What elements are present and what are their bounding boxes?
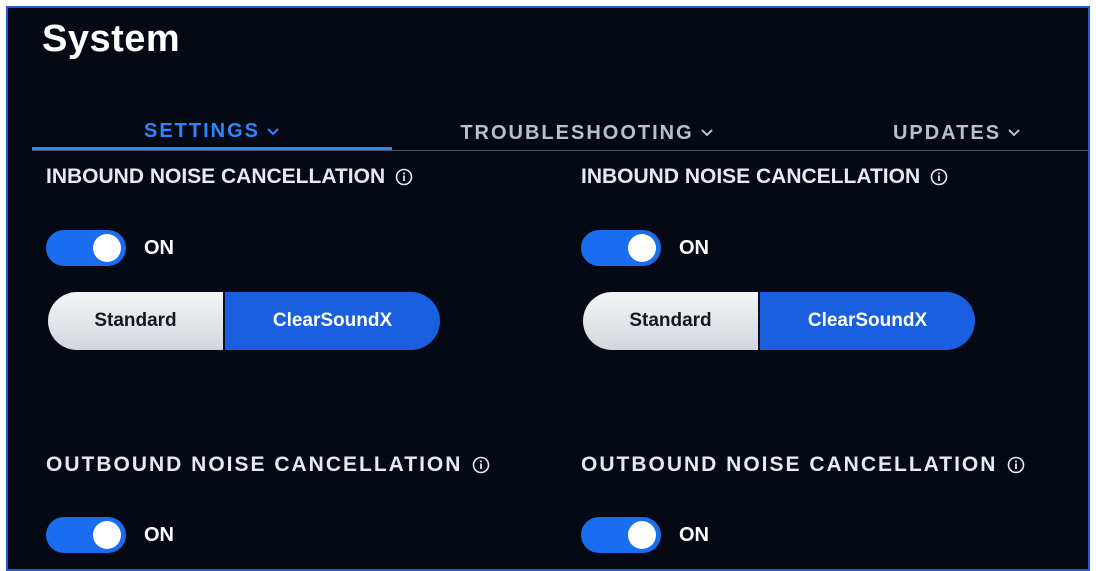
toggle-knob [628,234,656,262]
clearsoundx-option-button[interactable]: ClearSoundX [758,292,975,350]
tab-troubleshooting[interactable]: TROUBLESHOOTING [432,116,742,150]
system-panel: System SETTINGS TROUBLESHOOTING UPDATES … [6,6,1090,571]
info-icon[interactable] [930,168,948,186]
inbound-noise-cancellation-toggle[interactable] [581,230,661,266]
outbound-noise-cancellation-text: OUTBOUND NOISE CANCELLATION [581,453,998,476]
chevron-down-icon [1008,129,1020,137]
info-icon[interactable] [395,168,413,186]
outbound-noise-cancellation-label: OUTBOUND NOISE CANCELLATION [46,453,490,477]
inbound-noise-cancellation-label: INBOUND NOISE CANCELLATION [46,165,413,189]
inbound-mode-selector: Standard ClearSoundX [48,292,440,350]
inbound-toggle-state: ON [679,237,709,259]
inbound-noise-cancellation-toggle[interactable] [46,230,126,266]
inbound-noise-cancellation-label: INBOUND NOISE CANCELLATION [581,165,948,189]
outbound-toggle-state: ON [144,524,174,546]
chevron-down-icon [267,127,279,135]
inbound-noise-cancellation-text: INBOUND NOISE CANCELLATION [581,165,921,188]
tab-troubleshooting-label: TROUBLESHOOTING [460,121,694,144]
inbound-mode-selector: Standard ClearSoundX [583,292,975,350]
tab-bar: SETTINGS TROUBLESHOOTING UPDATES [32,108,1088,151]
standard-option-button[interactable]: Standard [583,292,758,350]
outbound-noise-cancellation-label: OUTBOUND NOISE CANCELLATION [581,453,1025,477]
outbound-noise-cancellation-text: OUTBOUND NOISE CANCELLATION [46,453,463,476]
toggle-knob [93,234,121,262]
outbound-noise-cancellation-toggle[interactable] [581,517,661,553]
tab-updates-label: UPDATES [892,121,1002,144]
info-icon[interactable] [472,456,490,474]
toggle-knob [93,521,121,549]
clearsoundx-option-button[interactable]: ClearSoundX [223,292,440,350]
tab-settings[interactable]: SETTINGS [32,116,392,150]
standard-option-button[interactable]: Standard [48,292,223,350]
info-icon[interactable] [1007,456,1025,474]
inbound-toggle-state: ON [144,237,174,259]
tab-updates[interactable]: UPDATES [872,116,1042,150]
inbound-noise-cancellation-text: INBOUND NOISE CANCELLATION [46,165,386,188]
tab-settings-label: SETTINGS [143,120,260,142]
toggle-knob [628,521,656,549]
outbound-toggle-state: ON [679,524,709,546]
page-title: System [42,18,181,60]
outbound-noise-cancellation-toggle[interactable] [46,517,126,553]
chevron-down-icon [700,129,713,137]
